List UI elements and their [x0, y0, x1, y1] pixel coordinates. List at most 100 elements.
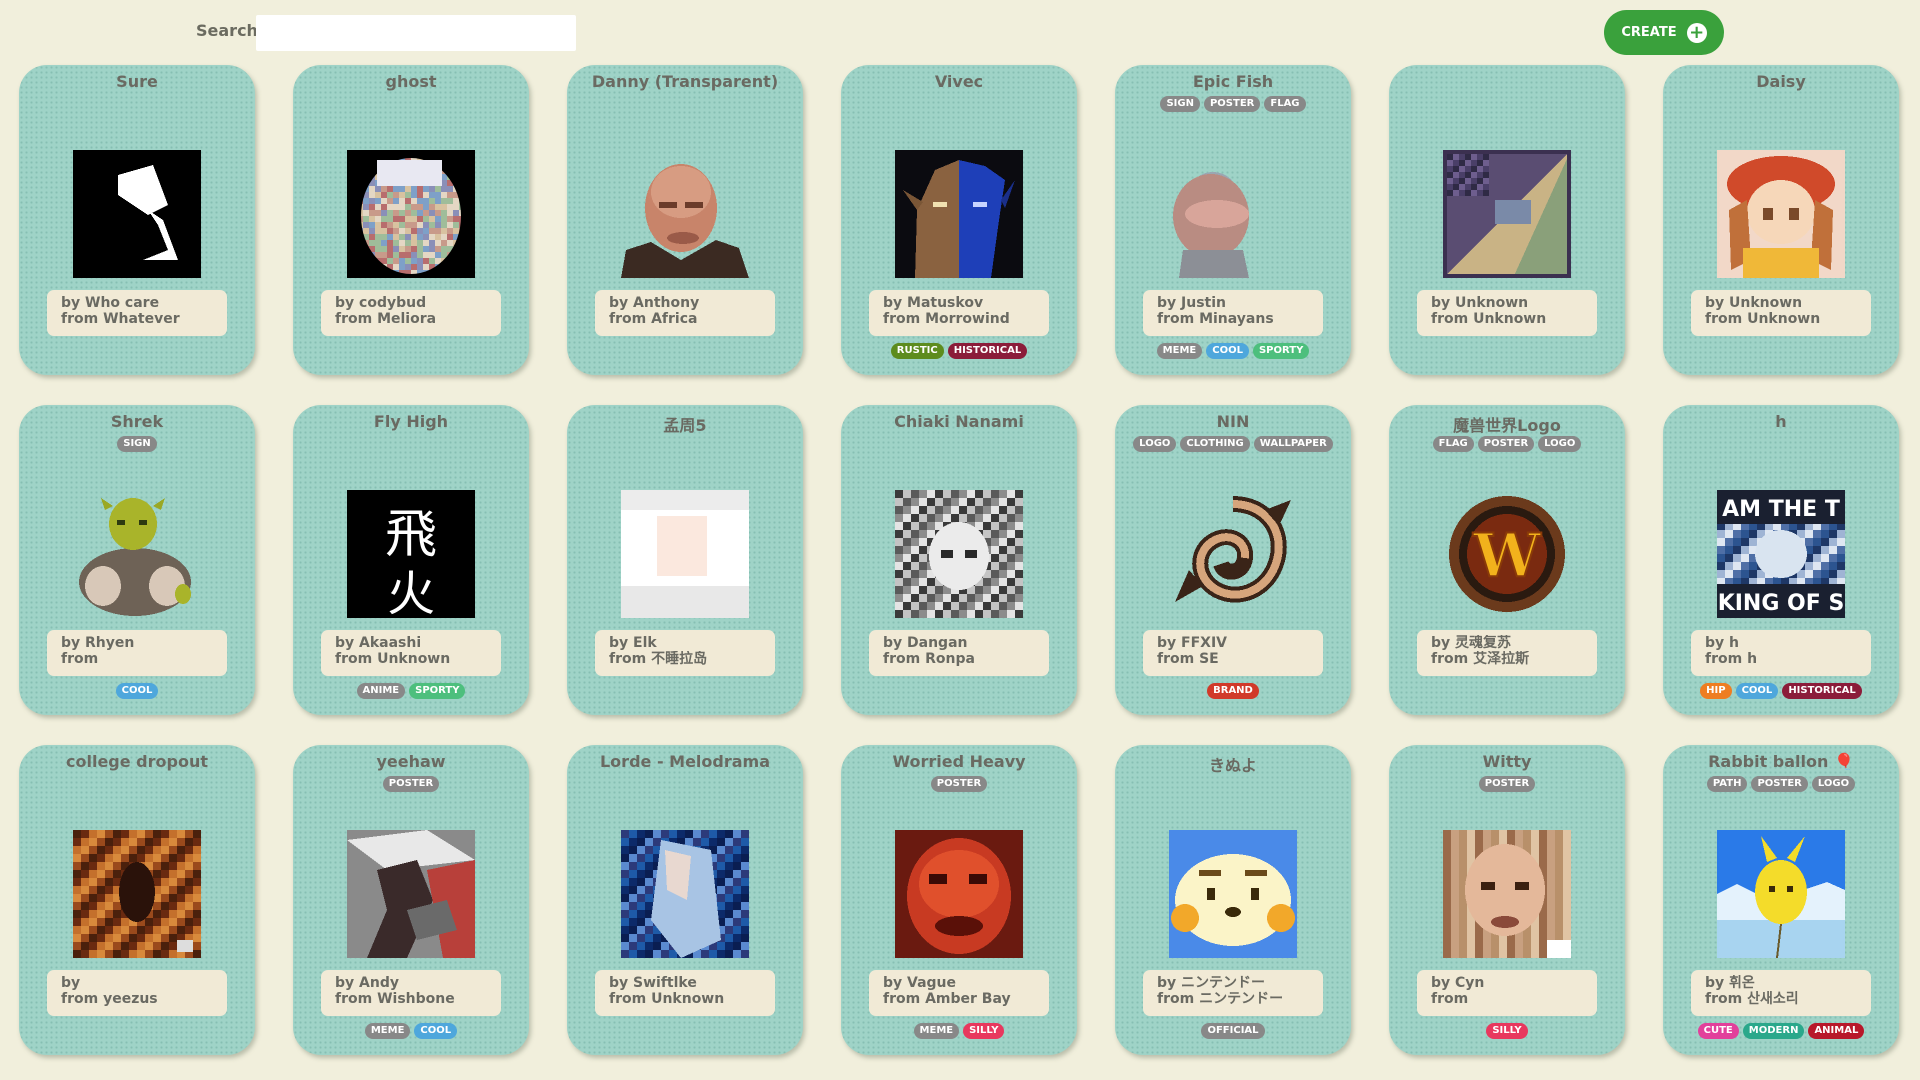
tag-badge[interactable]: MEME [364, 1023, 411, 1039]
tag-badge[interactable]: SPORTY [409, 683, 466, 699]
tag-badge[interactable]: MEME [1156, 343, 1203, 359]
design-thumbnail[interactable] [1169, 150, 1297, 278]
design-card[interactable]: 孟周5 by Elk from 不睡拉岛 [567, 405, 803, 715]
design-card[interactable]: Sure by Who care from Whatever [19, 65, 255, 375]
design-thumbnail[interactable] [895, 490, 1023, 618]
card-author: by [61, 975, 81, 991]
card-source: from Africa [609, 311, 698, 327]
tag-badge[interactable]: COOL [1206, 343, 1249, 359]
tag-badge[interactable]: SPORTY [1252, 343, 1310, 359]
tag-badge[interactable]: SIGN [117, 436, 157, 452]
card-info: by Anthony from Africa [595, 290, 775, 336]
tag-badge[interactable]: MODERN [1742, 1023, 1805, 1039]
card-tags-top: PATH POSTER LOGO [1663, 776, 1899, 792]
design-thumbnail[interactable] [73, 830, 201, 958]
design-thumbnail[interactable]: AM THE T KING OF S [1717, 490, 1845, 618]
tag-badge[interactable]: FLAG [1264, 96, 1306, 112]
tag-badge[interactable]: RUSTIC [890, 343, 944, 359]
tag-badge[interactable]: ANIME [356, 683, 406, 699]
design-thumbnail[interactable] [1443, 830, 1571, 958]
tag-badge[interactable]: MEME [913, 1023, 960, 1039]
tag-badge[interactable]: POSTER [382, 776, 440, 792]
design-thumbnail[interactable] [1169, 490, 1297, 618]
design-card[interactable]: Rabbit ballon 🎈 PATH POSTER LOGO by 휘온 from 산… [1663, 745, 1899, 1055]
design-card[interactable]: 魔兽世界Logo FLAG POSTER LOGO Wby 灵魂复苏 from 艾泽拉斯 [1389, 405, 1625, 715]
tag-badge[interactable]: PATH [1706, 776, 1748, 792]
design-thumbnail[interactable] [621, 150, 749, 278]
design-grid: Sure by Who care from Whatever ghost by cody… [19, 65, 1899, 1055]
tag-badge[interactable]: HISTORICAL [1782, 683, 1862, 699]
card-tags-bottom: MEME SILLY [841, 1023, 1077, 1039]
card-tags-top: SIGN [19, 436, 255, 452]
tag-badge[interactable]: HIP [1700, 683, 1732, 699]
card-title: Epic Fish [1192, 72, 1274, 91]
tag-badge[interactable]: WALLPAPER [1253, 436, 1333, 452]
card-title: ghost [385, 72, 437, 91]
tag-badge[interactable]: COOL [414, 1023, 458, 1039]
tag-badge[interactable]: POSTER [1478, 776, 1536, 792]
design-thumbnail[interactable] [621, 490, 749, 618]
tag-badge[interactable]: CLOTHING [1180, 436, 1250, 452]
card-source: from Whatever [61, 311, 180, 327]
design-thumbnail[interactable]: W [1443, 490, 1571, 618]
tag-badge[interactable]: POSTER [1477, 436, 1535, 452]
design-card[interactable]: Witty POSTER by Cyn from SILLY [1389, 745, 1625, 1055]
design-thumbnail[interactable] [1717, 150, 1845, 278]
tag-badge[interactable]: POSTER [930, 776, 988, 792]
design-card[interactable]: yeehaw POSTER by Andy from Wishbone MEME COOL [293, 745, 529, 1055]
card-tags-top: LOGO CLOTHING WALLPAPER [1115, 436, 1351, 452]
tag-badge[interactable]: FLAG [1432, 436, 1474, 452]
design-card[interactable]: ghost by codybud from Meliora [293, 65, 529, 375]
card-title: Lorde - Melodrama [599, 752, 771, 771]
search-input[interactable] [256, 15, 576, 51]
card-tags-bottom: CUTE MODERN ANIMAL [1663, 1023, 1899, 1039]
design-card[interactable]: Epic Fish SIGN POSTER FLAG by Justin from Min… [1115, 65, 1351, 375]
tag-badge[interactable]: SIGN [1160, 96, 1200, 112]
tag-badge[interactable]: LOGO [1811, 776, 1856, 792]
design-card[interactable]: h AM THE T KING OF S by h from h HIP COOL HISTO… [1663, 405, 1899, 715]
tag-badge[interactable]: HISTORICAL [947, 343, 1028, 359]
design-thumbnail[interactable] [895, 150, 1023, 278]
svg-text:火: 火 [387, 566, 435, 618]
tag-badge[interactable]: SILLY [963, 1023, 1005, 1039]
tag-badge[interactable]: SILLY [1486, 1023, 1528, 1039]
design-thumbnail[interactable] [73, 490, 201, 618]
tag-badge[interactable]: ANIMAL [1808, 1023, 1865, 1039]
design-thumbnail[interactable]: 飛火 [347, 490, 475, 618]
tag-badge[interactable]: LOGO [1133, 436, 1177, 452]
design-thumbnail[interactable] [1169, 830, 1297, 958]
design-thumbnail[interactable] [73, 150, 201, 278]
design-thumbnail[interactable] [347, 830, 475, 958]
tag-badge[interactable]: POSTER [1751, 776, 1808, 792]
design-thumbnail[interactable] [895, 830, 1023, 958]
design-card[interactable]: by Unknown from Unknown [1389, 65, 1625, 375]
tag-badge[interactable]: COOL [115, 683, 159, 699]
tag-badge[interactable]: CUTE [1697, 1023, 1739, 1039]
card-author: by Andy [335, 975, 399, 991]
design-card[interactable]: Daisy by Unknown from Unknown [1663, 65, 1899, 375]
design-card[interactable]: college dropout by from yeezus [19, 745, 255, 1055]
design-card[interactable]: Lorde - Melodrama by Swiftlke from Unknown [567, 745, 803, 1055]
design-card[interactable]: きぬよ by ニンテンドー from ニンテンドー OFFICIAL [1115, 745, 1351, 1055]
tag-badge[interactable]: POSTER [1203, 96, 1261, 112]
design-thumbnail[interactable] [347, 150, 475, 278]
design-card[interactable]: Danny (Transparent) by Anthony from Africa [567, 65, 803, 375]
design-card[interactable]: Shrek SIGN by Rhyen from COOL [19, 405, 255, 715]
design-card[interactable]: Chiaki Nanami by Dangan from Ronpa [841, 405, 1077, 715]
design-card[interactable]: NIN LOGO CLOTHING WALLPAPER by FFXIV from SE B… [1115, 405, 1351, 715]
tag-badge[interactable]: BRAND [1207, 683, 1259, 699]
design-thumbnail[interactable] [1717, 830, 1845, 958]
design-card[interactable]: Vivec by Matuskov from Morrowind RUSTIC HIST… [841, 65, 1077, 375]
design-card[interactable]: Worried Heavy POSTER by Vague from Amber Ba… [841, 745, 1077, 1055]
card-info: by Rhyen from [47, 630, 227, 676]
card-source: from SE [1157, 651, 1219, 667]
card-author: by codybud [335, 295, 427, 311]
design-thumbnail[interactable] [1443, 150, 1571, 278]
design-card[interactable]: Fly High 飛火 by Akaashi from Unknown ANIME SPO… [293, 405, 529, 715]
tag-badge[interactable]: COOL [1735, 683, 1779, 699]
tag-badge[interactable]: LOGO [1538, 436, 1582, 452]
card-info: by Elk from 不睡拉岛 [595, 630, 775, 676]
design-thumbnail[interactable] [621, 830, 749, 958]
create-button[interactable]: CREATE + [1604, 10, 1724, 55]
tag-badge[interactable]: OFFICIAL [1201, 1023, 1265, 1039]
